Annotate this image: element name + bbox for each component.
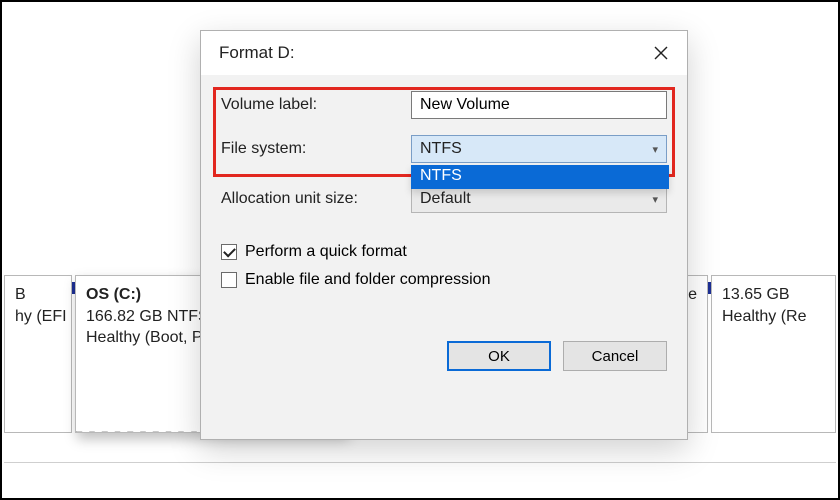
partition-box[interactable]: 13.65 GB Healthy (Re [711, 275, 836, 433]
cancel-button-label: Cancel [592, 348, 639, 365]
dialog-button-row: OK Cancel [221, 341, 667, 371]
chevron-down-icon: ▾ [652, 143, 658, 156]
dialog-title: Format D: [219, 43, 295, 63]
volume-label-row: Volume label: [221, 89, 667, 121]
close-icon [653, 45, 669, 61]
partition-box[interactable]: B hy (EFI [4, 275, 72, 433]
quick-format-label: Perform a quick format [245, 243, 407, 261]
close-button[interactable] [647, 39, 675, 67]
chevron-down-icon: ▾ [652, 193, 658, 206]
cancel-button[interactable]: Cancel [563, 341, 667, 371]
checkbox-icon [221, 272, 237, 288]
volume-label-input[interactable] [411, 91, 667, 119]
checkbox-icon [221, 244, 237, 260]
format-dialog: Format D: Volume label: File system: NTF… [200, 30, 688, 440]
ok-button[interactable]: OK [447, 341, 551, 371]
file-system-dropdown-item[interactable]: NTFS [411, 165, 669, 189]
partition-line: hy (EFI [15, 306, 61, 328]
file-system-select[interactable]: NTFS ▾ [411, 135, 667, 163]
compression-checkbox[interactable]: Enable file and folder compression [221, 271, 667, 289]
quick-format-checkbox[interactable]: Perform a quick format [221, 243, 667, 261]
file-system-label: File system: [221, 140, 411, 158]
ok-button-label: OK [488, 348, 510, 365]
checkbox-group: Perform a quick format Enable file and f… [221, 243, 667, 289]
partition-line: Healthy (Re [722, 306, 825, 328]
allocation-unit-select[interactable]: Default ▾ [411, 185, 667, 213]
dialog-body: Volume label: File system: NTFS ▾ NTFS A… [201, 75, 687, 439]
partition-line: 13.65 GB [722, 284, 825, 306]
partition-line: B [15, 284, 61, 306]
allocation-unit-value: Default [420, 190, 471, 208]
dropdown-option-label: NTFS [420, 167, 462, 184]
divider [4, 462, 836, 463]
allocation-unit-label: Allocation unit size: [221, 190, 411, 208]
compression-label: Enable file and folder compression [245, 271, 490, 289]
file-system-value: NTFS [420, 140, 462, 158]
dialog-titlebar[interactable]: Format D: [201, 31, 687, 75]
file-system-row: File system: NTFS ▾ [221, 133, 667, 165]
volume-label-label: Volume label: [221, 96, 411, 114]
